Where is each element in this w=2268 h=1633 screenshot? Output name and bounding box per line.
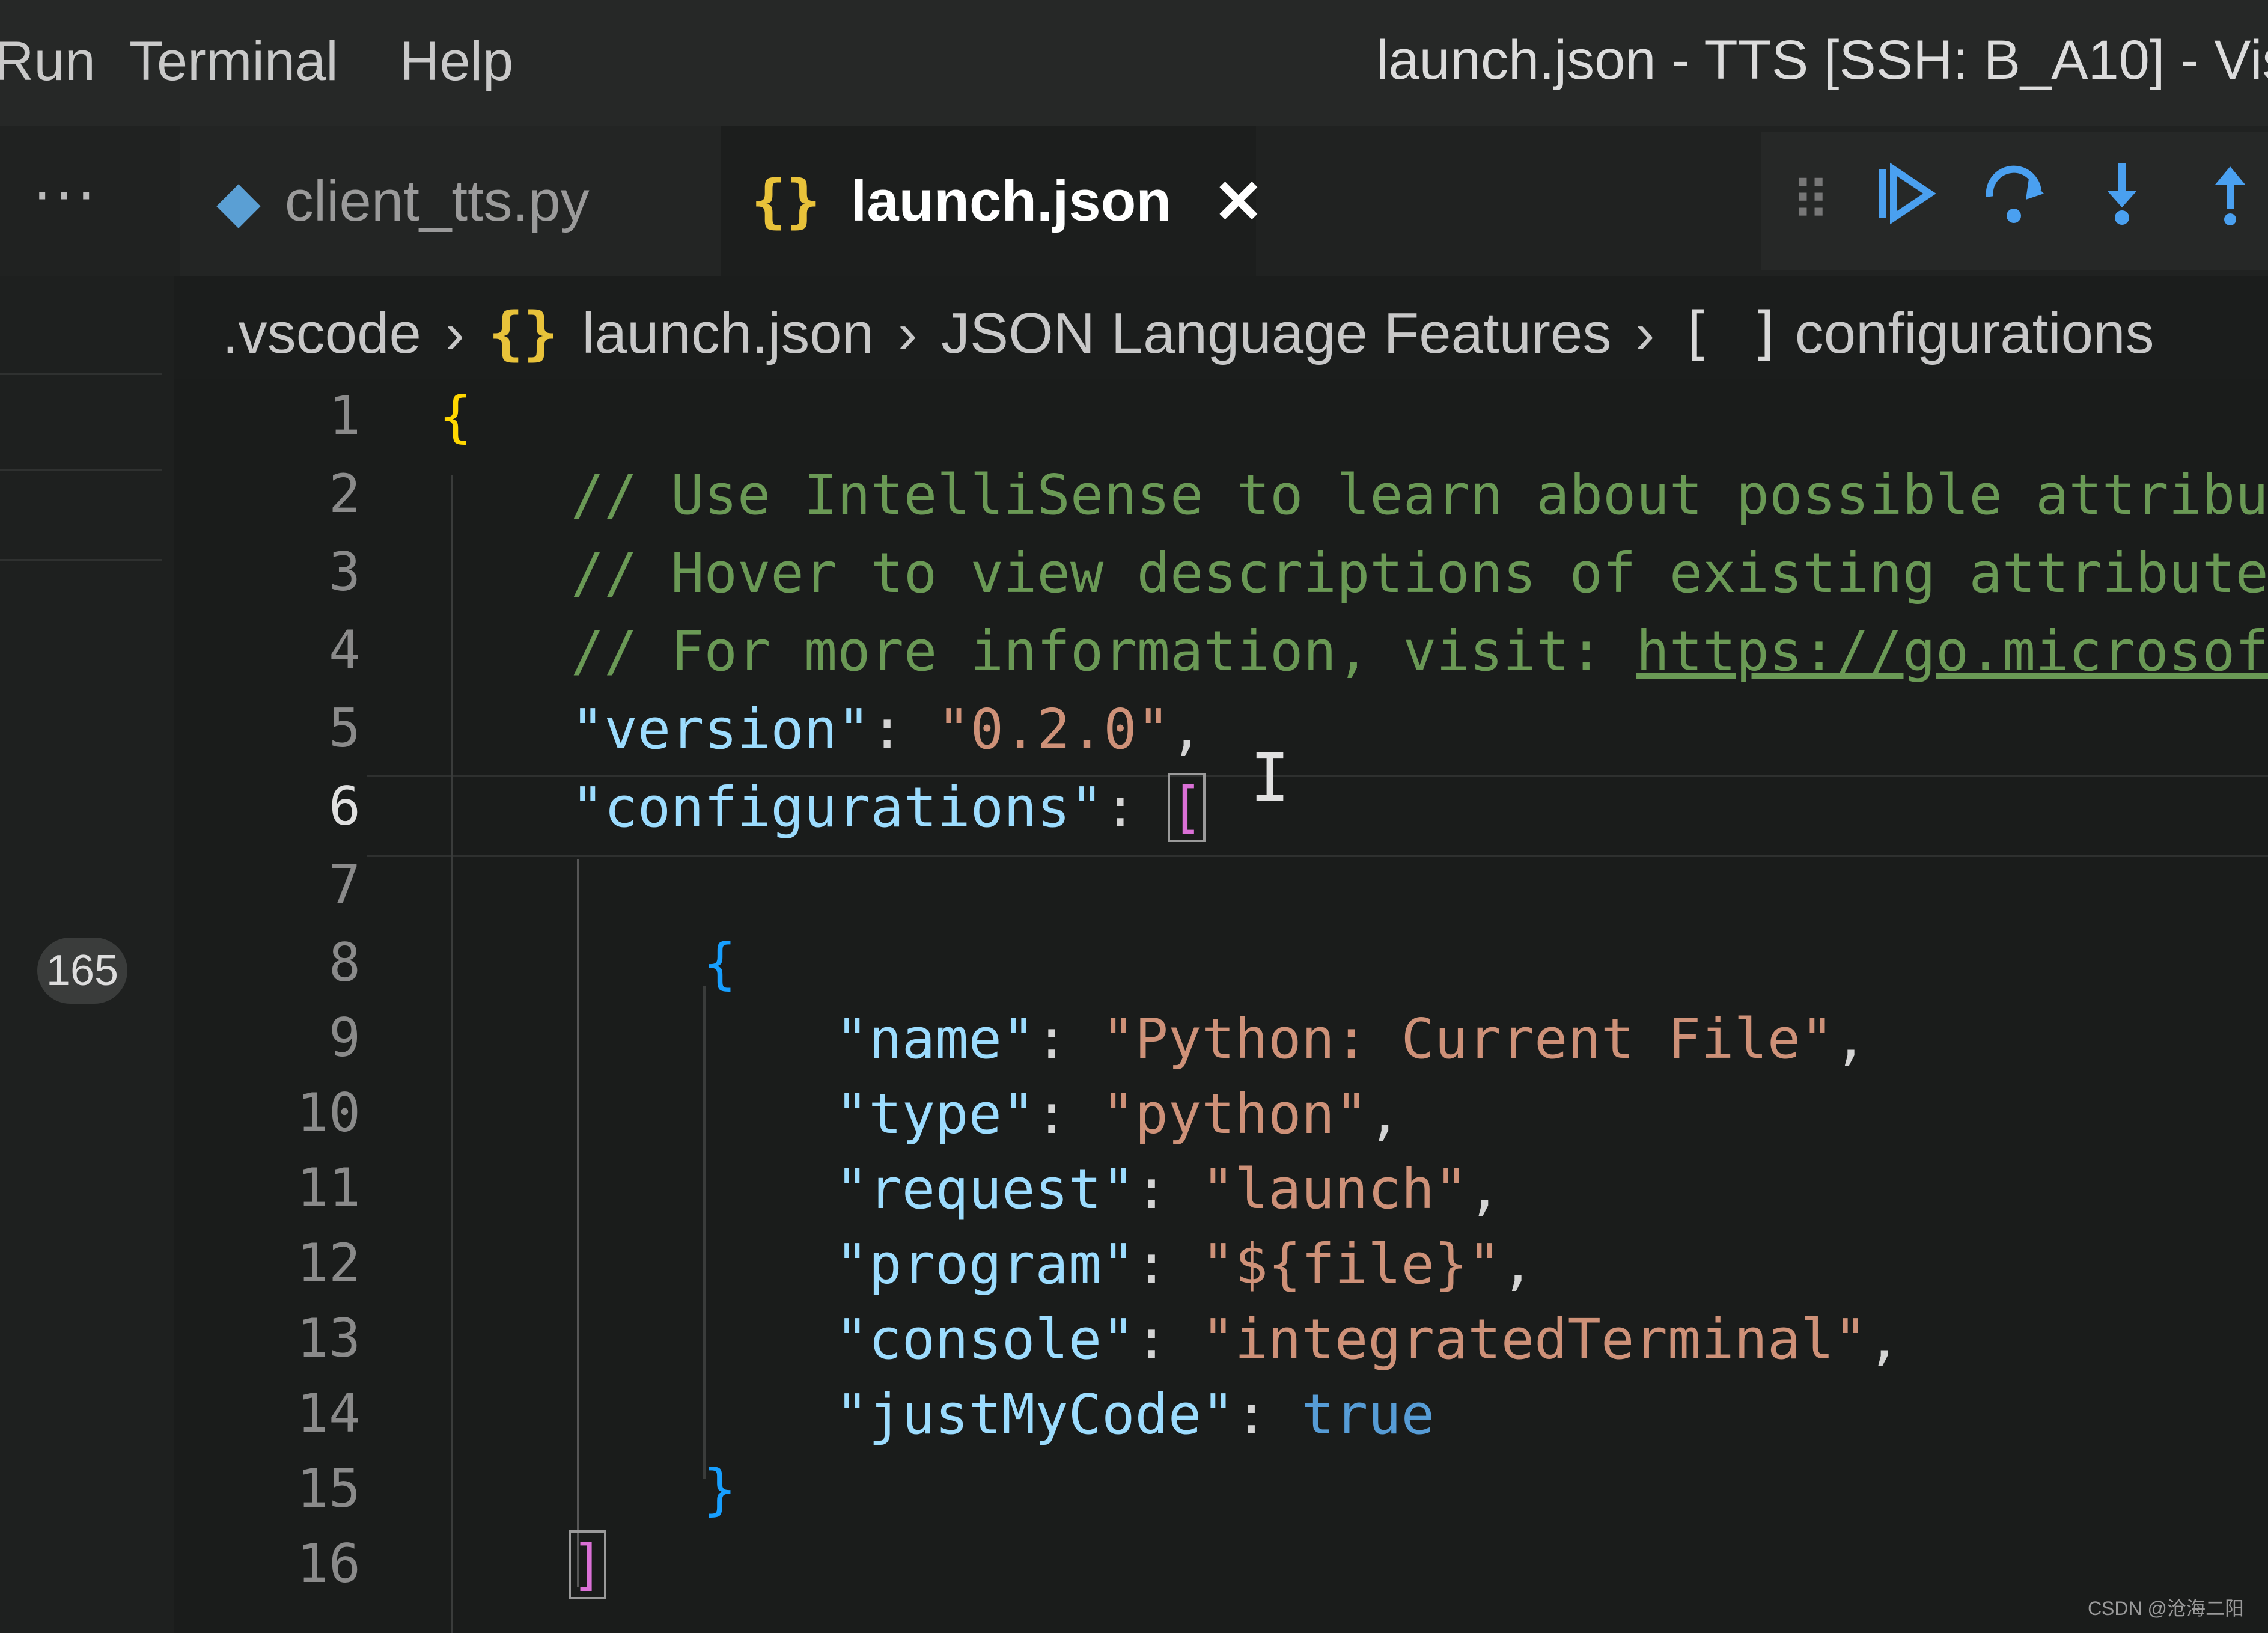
menu-bar: Run Terminal Help launch.json - TTS [SSH… xyxy=(0,0,2268,126)
line-number: 8 xyxy=(329,932,361,994)
brace-open: { xyxy=(703,932,737,996)
json-key: "version" xyxy=(571,697,871,762)
json-key: "request" xyxy=(835,1157,1135,1221)
step-into-icon[interactable] xyxy=(2089,160,2155,242)
code-editor[interactable]: 1 2 3 4 5 6 7 8 9 10 11 12 13 14 15 16 {… xyxy=(174,379,2268,1633)
tab-label: launch.json xyxy=(850,169,1171,233)
json-string: "python" xyxy=(1102,1082,1368,1146)
code-line-3: // Hover to view descriptions of existin… xyxy=(571,541,2268,605)
python-icon: ◆ xyxy=(216,169,261,234)
chevron-right-icon: › xyxy=(445,301,465,365)
comment: // For more information, visit: xyxy=(571,619,1636,683)
json-string: "Python: Current File" xyxy=(1102,1007,1834,1071)
line-number: 11 xyxy=(297,1157,361,1219)
tab-label: client_tts.py xyxy=(284,169,590,233)
line-number: 16 xyxy=(297,1533,361,1595)
breadcrumb-symbol-group[interactable]: JSON Language Features xyxy=(941,301,1611,367)
step-over-icon[interactable] xyxy=(1981,160,2047,242)
divider xyxy=(0,559,162,561)
indent-guide xyxy=(577,859,579,1587)
json-string: "${file}" xyxy=(1201,1232,1501,1296)
close-icon[interactable]: ✕ xyxy=(1213,166,1264,237)
json-braces-icon: {} xyxy=(488,300,558,367)
brace-open: { xyxy=(439,385,472,449)
divider xyxy=(0,373,162,375)
code-line-8: { xyxy=(703,932,736,996)
menu-help[interactable]: Help xyxy=(400,30,513,93)
text-cursor-icon: I xyxy=(1250,739,1290,816)
window-title: launch.json - TTS [SSH: B_A10] - Visual xyxy=(1376,29,2268,91)
json-key: "program" xyxy=(835,1232,1135,1296)
breadcrumb-folder[interactable]: .vscode xyxy=(222,301,421,367)
watermark: CSDN @沧海二阳 xyxy=(2087,1598,2244,1619)
line-number: 10 xyxy=(297,1082,361,1144)
notification-badge[interactable]: 165 xyxy=(37,938,127,1004)
code-line-2: // Use IntelliSense to learn about possi… xyxy=(571,463,2268,527)
line-number: 13 xyxy=(297,1307,361,1369)
code-line-15: } xyxy=(703,1457,736,1522)
json-bool: true xyxy=(1301,1382,1435,1447)
tab-launch-json[interactable]: {} launch.json ✕ xyxy=(721,126,1264,276)
code-line-4: // For more information, visit: https://… xyxy=(571,619,2268,683)
code-line-9: "name": "Python: Current File", xyxy=(835,1007,1868,1071)
code-line-16: ] xyxy=(568,1530,607,1599)
continue-icon[interactable] xyxy=(1873,160,1939,242)
json-key: "justMyCode" xyxy=(835,1382,1235,1447)
breadcrumb-symbol[interactable]: configurations xyxy=(1795,301,2154,367)
chevron-right-icon: › xyxy=(1635,301,1655,365)
breadcrumb: .vscode › {} launch.json › JSON Language… xyxy=(222,288,2154,379)
bracket-open: [ xyxy=(1167,773,1206,842)
step-out-icon[interactable] xyxy=(2197,160,2263,242)
code-line-14: "justMyCode": true xyxy=(835,1382,1435,1447)
line-number: 2 xyxy=(329,463,361,525)
json-string: "0.2.0" xyxy=(937,697,1171,762)
debug-toolbar: ⠿ xyxy=(1761,132,2268,270)
tabs-overflow-icon[interactable]: ··· xyxy=(33,162,99,230)
json-key: "console" xyxy=(835,1307,1135,1372)
chevron-right-icon: › xyxy=(898,301,918,365)
code-line-1: { xyxy=(439,385,472,449)
tab-client-tts[interactable]: ◆ client_tts.py xyxy=(180,126,733,276)
code-line-12: "program": "${file}", xyxy=(835,1232,1535,1296)
comment: // Use IntelliSense to learn about possi… xyxy=(571,463,2268,527)
menu-run[interactable]: Run xyxy=(0,30,96,93)
code-line-11: "request": "launch", xyxy=(835,1157,1501,1221)
line-number: 1 xyxy=(329,385,361,447)
code-line-6: "configurations": [ xyxy=(571,773,1206,842)
json-braces-icon: {} xyxy=(751,168,821,235)
line-number: 14 xyxy=(297,1382,361,1444)
line-number: 7 xyxy=(329,853,361,915)
comment-link[interactable]: https://go.microsoft xyxy=(1636,619,2268,683)
json-key: "type" xyxy=(835,1082,1035,1146)
json-string: "launch" xyxy=(1201,1157,1468,1221)
indent-guide xyxy=(451,475,453,1633)
line-number: 3 xyxy=(329,541,361,603)
code-line-10: "type": "python", xyxy=(835,1082,1401,1146)
menu-terminal[interactable]: Terminal xyxy=(129,30,338,93)
brace-close: } xyxy=(703,1457,737,1522)
indent-guide xyxy=(703,986,706,1479)
code-line-13: "console": "integratedTerminal", xyxy=(835,1307,1901,1372)
bracket-close: ] xyxy=(568,1530,607,1599)
line-number: 12 xyxy=(297,1232,361,1294)
line-number: 5 xyxy=(329,697,361,759)
comment: // Hover to view descriptions of existin… xyxy=(571,541,2268,605)
line-number: 4 xyxy=(329,619,361,681)
breadcrumb-file[interactable]: launch.json xyxy=(582,301,874,367)
code-line-5: "version": "0.2.0", xyxy=(571,697,1204,762)
array-icon: [ ] xyxy=(1678,300,1783,367)
line-number: 6 xyxy=(329,775,361,837)
json-key: "configurations" xyxy=(571,775,1104,840)
json-string: "integratedTerminal" xyxy=(1201,1307,1868,1372)
json-key: "name" xyxy=(835,1007,1035,1071)
line-number: 9 xyxy=(329,1007,361,1069)
divider xyxy=(0,469,162,471)
drag-grip-icon[interactable]: ⠿ xyxy=(1791,170,1831,233)
line-number: 15 xyxy=(297,1457,361,1519)
